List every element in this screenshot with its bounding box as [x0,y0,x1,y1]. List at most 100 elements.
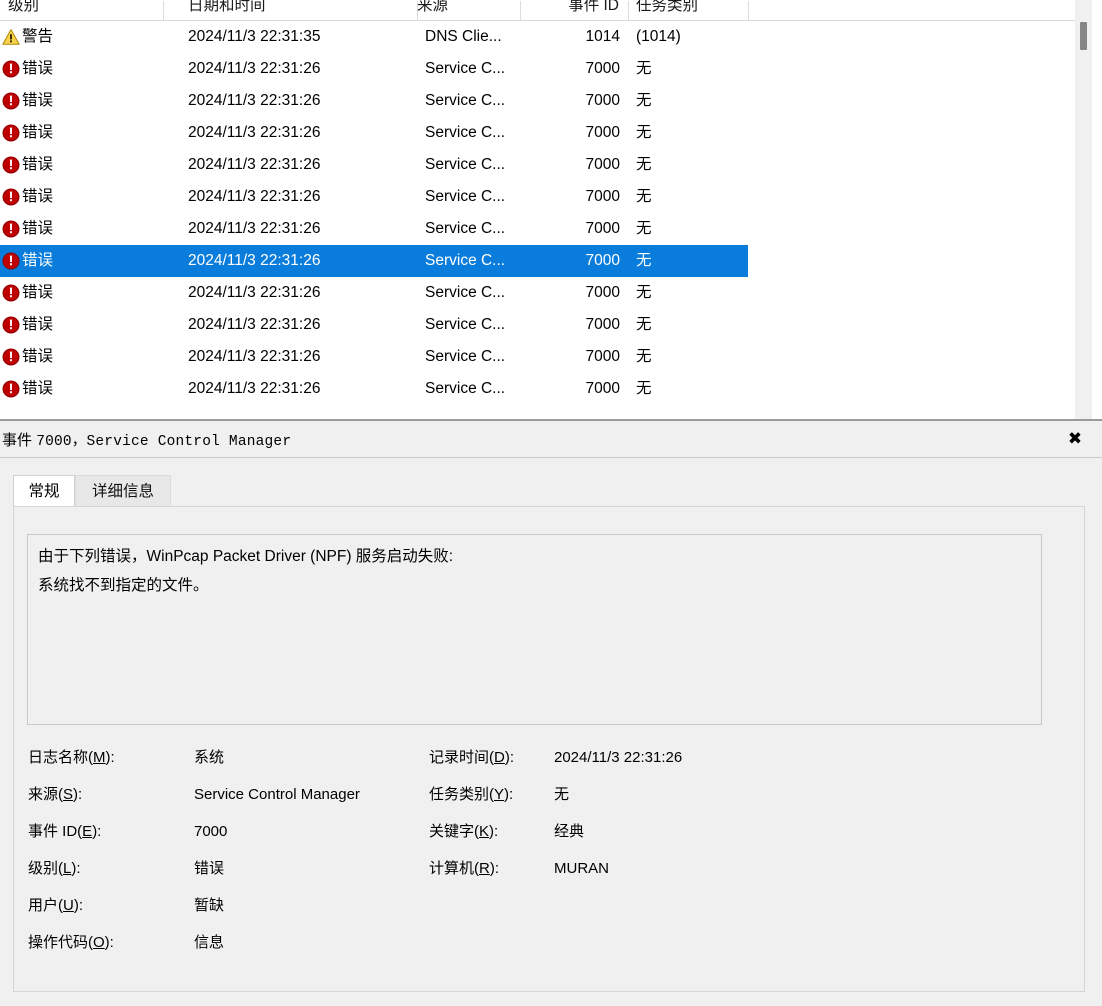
column-divider[interactable] [163,1,164,21]
cell-category: 无 [636,124,652,141]
error-icon [2,348,20,366]
cell-source: Service C... [425,348,506,365]
field-right-label: 计算机(R): [429,860,500,877]
cell-event-id: 7000 [585,252,620,269]
cell-source: Service C... [425,188,506,205]
cell-datetime: 2024/11/3 22:31:26 [188,348,321,365]
tab-general[interactable]: 常规 [13,475,75,507]
cell-datetime: 2024/11/3 22:31:26 [188,60,321,77]
table-row[interactable]: 错误 2024/11/3 22:31:26 Service C... 7000 无 [0,373,748,405]
cell-event-id: 7000 [585,156,620,173]
field-right-label: 关键字(K): [429,823,499,840]
event-list-rows[interactable]: 警告 2024/11/3 22:31:35 DNS Clie... 1014 (1014… [0,21,1085,420]
tab-details[interactable]: 详细信息 [75,475,171,507]
field-left-label: 用户(U): [28,897,84,914]
cell-event-id: 7000 [585,220,620,237]
table-row[interactable]: 错误 2024/11/3 22:31:26 Service C... 7000 无 [0,181,748,213]
field-left-value: Service Control Manager [194,786,360,803]
cell-category: 无 [636,92,652,109]
cell-category: 无 [636,284,652,301]
event-viewer-screen: 级别 日期和时间 来源 事件 ID 任务类别 警告 2024/11/3 22:31… [0,0,1102,1006]
cell-level: 错误 [22,156,54,173]
error-icon [2,60,20,78]
cell-event-id: 7000 [585,348,620,365]
field-left-label: 级别(L): [28,860,81,877]
cell-category: 无 [636,380,652,397]
message-line: 系统找不到指定的文件。 [38,577,209,594]
field-right-value: 无 [554,786,570,803]
table-row[interactable]: 错误 2024/11/3 22:31:26 Service C... 7000 无 [0,85,748,117]
cell-category: (1014) [636,28,681,45]
cell-source: Service C... [425,284,506,301]
table-row[interactable]: 错误 2024/11/3 22:31:26 Service C... 7000 无 [0,245,748,277]
error-icon [2,284,20,302]
field-right-label: 任务类别(Y): [429,786,514,803]
error-icon [2,220,20,238]
cell-datetime: 2024/11/3 22:31:26 [188,252,321,269]
field-left-label: 来源(S): [28,786,83,803]
column-header-datetime[interactable]: 日期和时间 [180,0,417,20]
event-list-scrollbar[interactable] [1075,0,1092,420]
cell-source: Service C... [425,380,506,397]
detail-title-event: 7000，Service Control Manager [36,434,292,450]
column-header-event-id[interactable]: 事件 ID [520,0,628,20]
error-icon [2,156,20,174]
table-row[interactable]: 错误 2024/11/3 22:31:26 Service C... 7000 无 [0,341,748,373]
cell-datetime: 2024/11/3 22:31:26 [188,220,321,237]
cell-level: 错误 [22,92,54,109]
detail-title: 事件 7000，Service Control Manager [2,429,291,450]
cell-source: Service C... [425,124,506,141]
close-icon[interactable]: ✖ [1062,426,1088,452]
cell-level: 错误 [22,124,54,141]
list-gutter [1092,0,1102,420]
cell-source: Service C... [425,252,506,269]
cell-source: Service C... [425,316,506,333]
field-left-value: 7000 [194,823,228,840]
error-icon [2,316,20,334]
cell-datetime: 2024/11/3 22:31:26 [188,380,321,397]
field-left-label: 操作代码(O): [28,934,114,951]
cell-category: 无 [636,188,652,205]
table-row[interactable]: 错误 2024/11/3 22:31:26 Service C... 7000 无 [0,149,748,181]
column-header-source[interactable]: 来源 [409,0,520,20]
field-left-label: 事件 ID(E): [28,823,102,840]
table-row[interactable]: 错误 2024/11/3 22:31:26 Service C... 7000 无 [0,309,748,341]
column-header-level[interactable]: 级别 [0,0,188,20]
cell-datetime: 2024/11/3 22:31:26 [188,92,321,109]
event-list-header: 级别 日期和时间 来源 事件 ID 任务类别 [0,0,1085,21]
cell-category: 无 [636,60,652,77]
cell-category: 无 [636,156,652,173]
event-message-box[interactable]: 由于下列错误，WinPcap Packet Driver (NPF) 服务启动失… [27,534,1042,725]
event-fields: 日志名称(M): 系统 来源(S): Service Control Manager 事… [14,739,1084,959]
cell-event-id: 7000 [585,188,620,205]
table-row[interactable]: 错误 2024/11/3 22:31:26 Service C... 7000 无 [0,277,748,309]
table-row[interactable]: 错误 2024/11/3 22:31:26 Service C... 7000 无 [0,53,748,85]
field-right-value: MURAN [554,860,609,877]
error-icon [2,92,20,110]
field-left-value: 系统 [194,749,225,766]
cell-datetime: 2024/11/3 22:31:26 [188,188,321,205]
cell-source: Service C... [425,156,506,173]
event-list[interactable]: 级别 日期和时间 来源 事件 ID 任务类别 警告 2024/11/3 22:31… [0,0,1102,420]
cell-event-id: 7000 [585,60,620,77]
cell-datetime: 2024/11/3 22:31:26 [188,316,321,333]
cell-level: 错误 [22,284,54,301]
table-row[interactable]: 错误 2024/11/3 22:31:26 Service C... 7000 无 [0,213,748,245]
column-header-category[interactable]: 任务类别 [628,0,748,20]
cell-datetime: 2024/11/3 22:31:26 [188,124,321,141]
table-row[interactable]: 警告 2024/11/3 22:31:35 DNS Clie... 1014 (1014… [0,21,748,53]
table-row[interactable]: 错误 2024/11/3 22:31:26 Service C... 7000 无 [0,117,748,149]
error-icon [2,124,20,142]
column-divider[interactable] [748,1,749,21]
error-icon [2,380,20,398]
cell-source: Service C... [425,92,506,109]
event-detail-pane: 事件 7000，Service Control Manager ✖ 常规 详细信… [0,419,1102,1006]
field-left-value: 暂缺 [194,897,225,914]
cell-category: 无 [636,316,652,333]
error-icon [2,252,20,270]
cell-level: 错误 [22,316,54,333]
cell-category: 无 [636,252,652,269]
scrollbar-thumb[interactable] [1080,22,1087,50]
error-icon [2,188,20,206]
field-left-value: 信息 [194,934,225,951]
